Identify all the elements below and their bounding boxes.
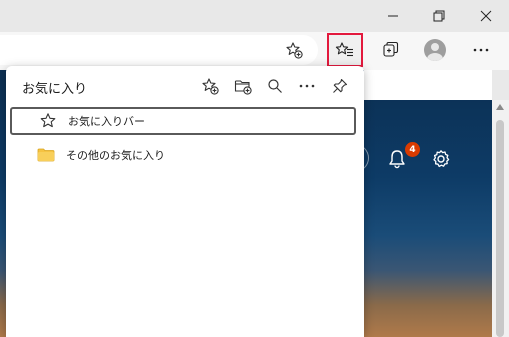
restore-button[interactable]	[416, 0, 462, 32]
scrollbar-thumb[interactable]	[496, 120, 504, 337]
favorites-bar-item[interactable]: お気に入りバー	[10, 107, 356, 135]
add-favorite-icon	[202, 78, 219, 95]
favorites-icon	[335, 42, 353, 57]
more-icon	[299, 84, 315, 88]
search-favorites-button[interactable]	[261, 74, 289, 98]
favorites-bar-label: お気に入りバー	[68, 115, 145, 128]
favorites-panel-title: お気に入り	[22, 82, 88, 97]
add-this-page-to-favorites-button[interactable]	[196, 74, 224, 98]
bell-icon	[389, 150, 405, 169]
more-icon	[473, 48, 489, 52]
add-favorite-icon	[286, 42, 303, 59]
more-options-button[interactable]	[293, 74, 321, 98]
favorites-panel: お気に入り お気に入りバー その他のお気に入り	[6, 66, 364, 337]
minimize-icon	[388, 15, 398, 17]
gear-icon	[433, 150, 450, 168]
title-bar	[0, 0, 509, 32]
other-favorites-item[interactable]: その他のお気に入り	[10, 141, 356, 169]
pin-icon	[333, 78, 348, 93]
settings-and-more-button[interactable]	[465, 35, 497, 65]
profile-avatar	[424, 39, 446, 61]
notification-badge: 4	[405, 142, 420, 157]
other-favorites-label: その他のお気に入り	[66, 149, 165, 162]
close-icon	[480, 10, 492, 22]
star-icon	[38, 111, 58, 131]
restore-icon	[433, 10, 445, 22]
address-bar[interactable]	[0, 35, 318, 65]
scroll-up-arrow-icon[interactable]	[496, 104, 504, 110]
add-folder-icon	[234, 80, 252, 95]
folder-icon	[36, 145, 56, 165]
pin-favorites-button[interactable]	[326, 74, 354, 98]
close-button[interactable]	[463, 0, 509, 32]
profile-button[interactable]	[419, 35, 451, 65]
search-icon	[268, 79, 282, 93]
page-settings-button[interactable]	[428, 146, 454, 172]
page-header-strip	[364, 70, 492, 100]
minimize-button[interactable]	[370, 0, 416, 32]
favorites-button[interactable]	[327, 33, 363, 67]
add-to-favorites-button[interactable]	[278, 35, 310, 65]
add-folder-button[interactable]	[229, 74, 257, 98]
collections-button[interactable]	[375, 35, 407, 65]
collections-icon	[383, 41, 399, 57]
